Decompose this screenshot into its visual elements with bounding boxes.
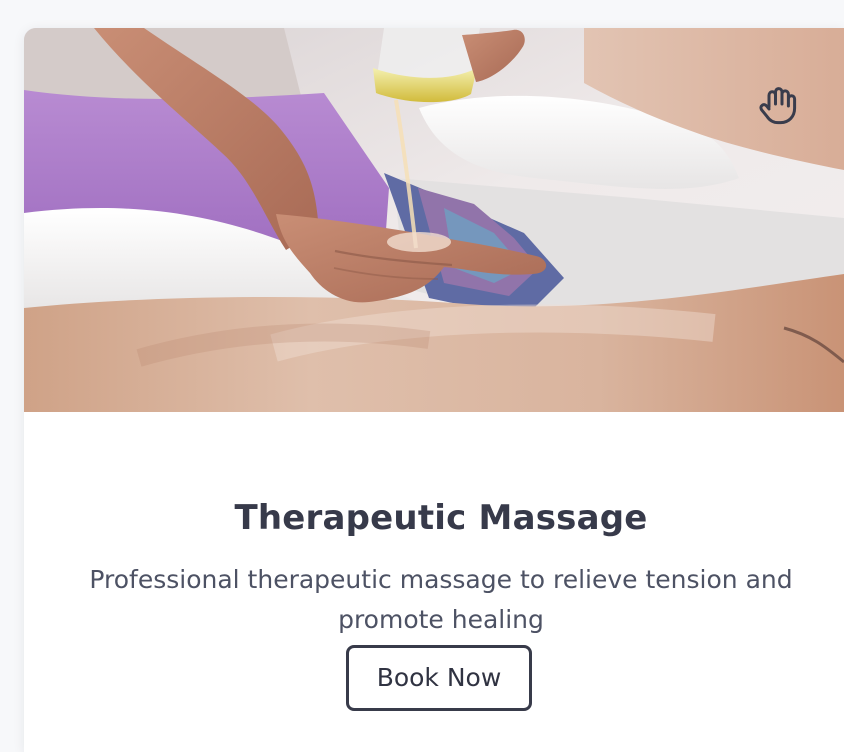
service-image — [24, 28, 844, 412]
service-description: Professional therapeutic massage to reli… — [89, 565, 793, 634]
service-card-content: Therapeutic Massage Professional therape… — [24, 412, 844, 752]
hand-icon — [738, 66, 818, 146]
service-card: Therapeutic Massage Professional therape… — [24, 28, 844, 752]
massage-photo — [24, 28, 844, 412]
book-now-button[interactable]: Book Now — [346, 645, 532, 711]
service-title: Therapeutic Massage — [234, 498, 648, 538]
